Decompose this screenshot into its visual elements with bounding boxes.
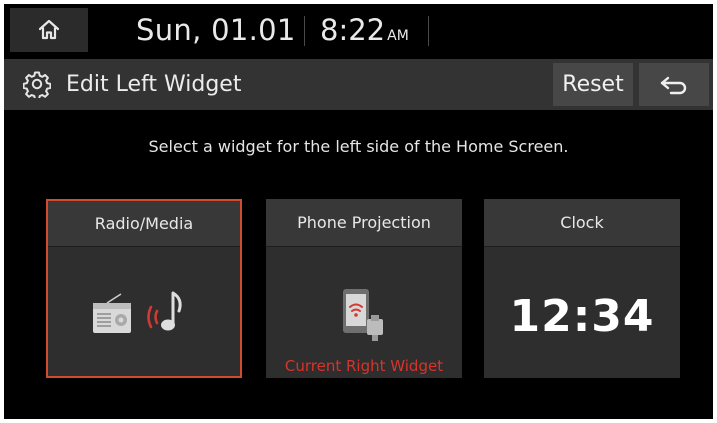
instruction-text: Select a widget for the left side of the… (148, 137, 569, 156)
ampm-label: AM (387, 28, 409, 44)
home-icon (38, 19, 60, 40)
home-button[interactable] (10, 8, 88, 52)
widget-preview: 12:34 (484, 247, 680, 378)
widget-title: Phone Projection (266, 199, 462, 247)
phone-projection-icon (343, 289, 383, 341)
current-widget-status: Current Right Widget (284, 357, 444, 375)
title-bar: Edit Left Widget Reset (4, 59, 713, 110)
widget-preview (48, 249, 240, 376)
widget-title: Radio/Media (48, 201, 240, 247)
widget-title: Clock (484, 199, 680, 247)
time-display: 8:22 AM (320, 10, 409, 56)
head-unit-screen: Sun, 01.01 8:22 AM Edit Left Widget Reset… (4, 4, 713, 419)
back-arrow-icon (660, 76, 687, 94)
divider (428, 16, 429, 46)
clock-preview: 12:34 (509, 291, 655, 342)
divider (304, 16, 305, 46)
widget-option-radio-media[interactable]: Radio/Media (46, 199, 242, 378)
time-value: 8:22 (320, 13, 386, 47)
widget-preview: Current Right Widget (266, 247, 462, 378)
radio-media-icon (93, 291, 182, 333)
back-button[interactable] (639, 63, 709, 106)
date-display: Sun, 01.01 (136, 13, 296, 47)
status-bar: Sun, 01.01 8:22 AM (4, 4, 713, 55)
page-title: Edit Left Widget (66, 72, 242, 97)
gear-icon (23, 71, 51, 98)
reset-button[interactable]: Reset (553, 63, 633, 106)
widget-option-clock[interactable]: Clock 12:34 (484, 199, 680, 378)
widget-option-phone-projection[interactable]: Phone Projection Current Right Widget (266, 199, 462, 378)
